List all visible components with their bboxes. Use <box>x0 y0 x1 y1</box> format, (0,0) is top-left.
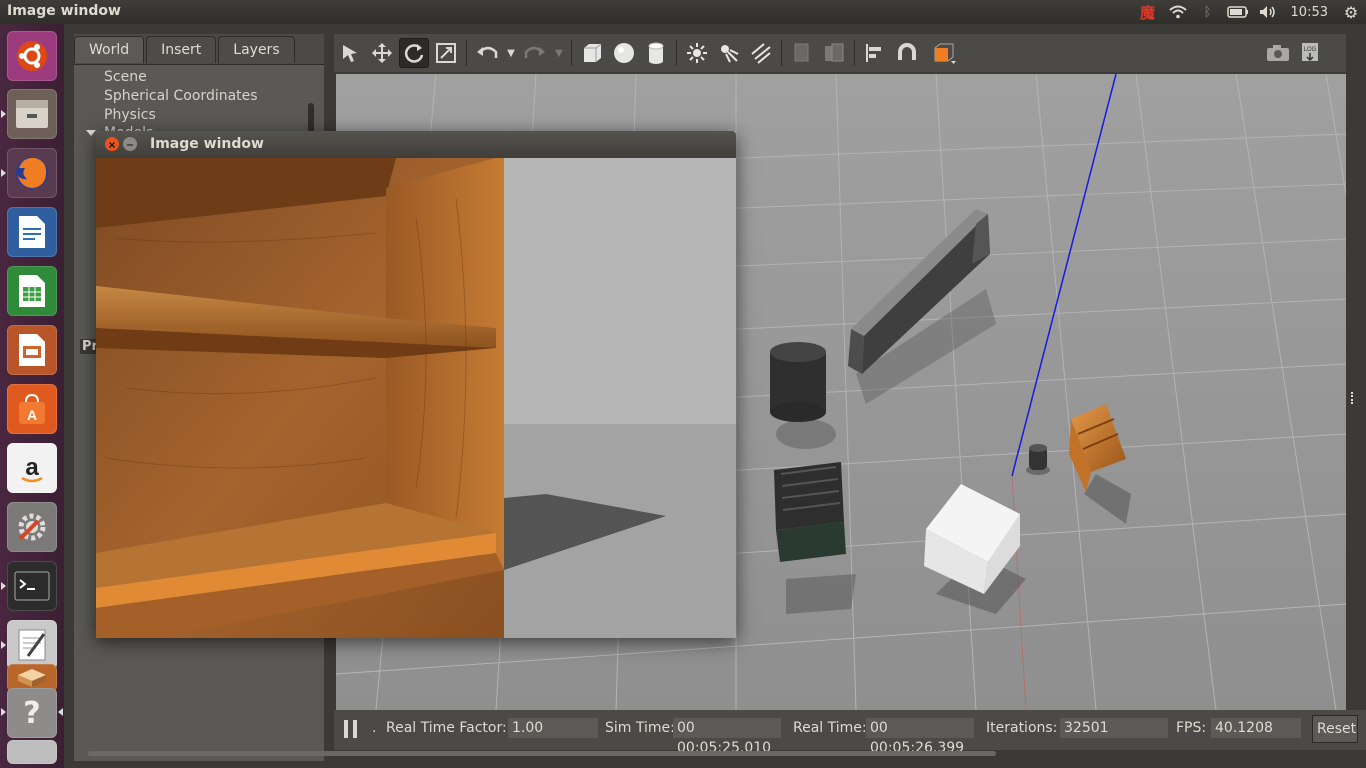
close-button[interactable] <box>105 137 119 151</box>
spot-light-icon[interactable] <box>714 38 744 68</box>
copy-icon[interactable] <box>787 38 817 68</box>
status-bar: . Real Time Factor: 1.00 Sim Time: 00 00… <box>334 710 1366 756</box>
files-icon[interactable] <box>7 89 57 139</box>
horizontal-scrollbar[interactable] <box>88 751 996 756</box>
close-icon <box>108 141 116 149</box>
libreoffice-impress-icon[interactable] <box>7 325 57 375</box>
redo-history-dropdown-icon[interactable]: ▼ <box>552 38 566 68</box>
cylinder-shape-icon[interactable] <box>641 38 671 68</box>
scale-mode-icon[interactable] <box>431 38 461 68</box>
help-icon[interactable]: ? <box>7 688 57 738</box>
bluetooth-icon[interactable]: ᛒ <box>1193 0 1223 24</box>
tab-insert[interactable]: Insert <box>146 36 217 63</box>
real-time-factor-value: 1.00 <box>508 718 598 738</box>
toolbar-separator <box>466 40 467 66</box>
toolbar: ▼ ▼ LOG <box>334 34 1346 72</box>
point-light-icon[interactable] <box>682 38 712 68</box>
real-time-factor-label: Real Time Factor: <box>386 720 507 736</box>
tree-item-scene[interactable]: Scene <box>104 69 147 85</box>
fps-label: FPS: <box>1176 720 1207 736</box>
running-indicator <box>1 708 6 716</box>
tree-item-spherical-coordinates[interactable]: Spherical Coordinates <box>104 88 258 104</box>
running-indicator <box>1 169 6 177</box>
trash-icon[interactable] <box>7 740 57 764</box>
sim-time-value: 00 00:05:25.010 <box>673 718 781 756</box>
snap-icon[interactable] <box>892 38 922 68</box>
real-time-value: 00 00:05:26.399 <box>866 718 974 756</box>
log-data-icon[interactable]: LOG <box>1295 38 1325 68</box>
select-mode-icon[interactable] <box>335 38 365 68</box>
tab-world[interactable]: World <box>74 36 145 63</box>
system-tray: 魔 ᛒ 10:53 ⚙ <box>1133 0 1366 24</box>
sphere-shape-icon[interactable] <box>609 38 639 68</box>
running-indicator <box>1 582 6 590</box>
clock[interactable]: 10:53 <box>1283 0 1336 24</box>
keyboard-input-icon[interactable]: 魔 <box>1133 0 1163 24</box>
system-settings-icon[interactable] <box>7 502 57 552</box>
svg-text:A: A <box>27 407 37 423</box>
fps-value: 40.1208 <box>1211 718 1301 738</box>
amazon-icon[interactable]: a <box>7 443 57 493</box>
svg-text:LOG: LOG <box>1304 47 1317 53</box>
translate-mode-icon[interactable] <box>367 38 397 68</box>
iterations-label: Iterations: <box>986 720 1058 736</box>
paste-icon[interactable] <box>819 38 849 68</box>
libreoffice-calc-icon[interactable] <box>7 266 57 316</box>
camera-image-render <box>96 158 736 638</box>
rotate-mode-icon[interactable] <box>399 38 429 68</box>
reset-time-button[interactable]: Reset <box>1312 715 1358 743</box>
panel-tabs: World Insert Layers <box>74 36 297 64</box>
undo-history-dropdown-icon[interactable]: ▼ <box>504 38 518 68</box>
svg-text:a: a <box>25 454 39 481</box>
camera-image <box>96 158 736 638</box>
directional-light-icon[interactable] <box>746 38 776 68</box>
wifi-icon[interactable] <box>1163 0 1193 24</box>
toolbar-separator <box>571 40 572 66</box>
pause-icon[interactable] <box>344 720 358 738</box>
firefox-icon[interactable] <box>7 148 57 198</box>
terminal-icon[interactable] <box>7 561 57 611</box>
align-icon[interactable] <box>860 38 890 68</box>
image-window-titlebar[interactable]: Image window <box>96 131 736 158</box>
running-indicator <box>1 641 6 649</box>
sim-time-label: Sim Time: <box>605 720 675 736</box>
top-panel: Image window 魔 ᛒ 10:53 ⚙ <box>0 0 1366 24</box>
libreoffice-writer-icon[interactable] <box>7 207 57 257</box>
battery-icon[interactable] <box>1223 0 1253 24</box>
redo-icon[interactable] <box>520 38 550 68</box>
focused-indicator <box>58 708 63 716</box>
tree-item-physics[interactable]: Physics <box>104 107 156 123</box>
iterations-value: 32501 <box>1060 718 1168 738</box>
volume-icon[interactable] <box>1253 0 1283 24</box>
expand-arrow-icon[interactable] <box>86 130 96 136</box>
view-angle-icon[interactable] <box>924 38 964 68</box>
minimize-button[interactable] <box>123 137 137 151</box>
dock-splitter-handle[interactable] <box>1351 392 1356 404</box>
active-window-title: Image window <box>7 3 121 19</box>
text-editor-icon[interactable] <box>7 620 57 670</box>
launcher: A a ? <box>0 24 64 768</box>
robot-model <box>1026 444 1050 475</box>
toolbar-separator <box>781 40 782 66</box>
screenshot-camera-icon[interactable] <box>1263 38 1293 68</box>
ubuntu-software-icon[interactable]: A <box>7 384 57 434</box>
tab-layers[interactable]: Layers <box>218 36 295 63</box>
image-window-title: Image window <box>150 136 264 152</box>
real-time-label: Real Time: <box>793 720 867 736</box>
minimize-icon <box>127 144 133 146</box>
running-indicator <box>1 110 6 118</box>
toolbar-right: LOG <box>1262 38 1326 68</box>
settings-gear-icon[interactable]: ⚙ <box>1336 0 1366 24</box>
toolbar-separator <box>854 40 855 66</box>
toolbar-separator <box>676 40 677 66</box>
step-marker[interactable]: . <box>372 720 376 736</box>
image-window: Image window <box>96 131 736 638</box>
undo-icon[interactable] <box>472 38 502 68</box>
box-shape-icon[interactable] <box>577 38 607 68</box>
ubuntu-dash-icon[interactable] <box>7 31 57 81</box>
